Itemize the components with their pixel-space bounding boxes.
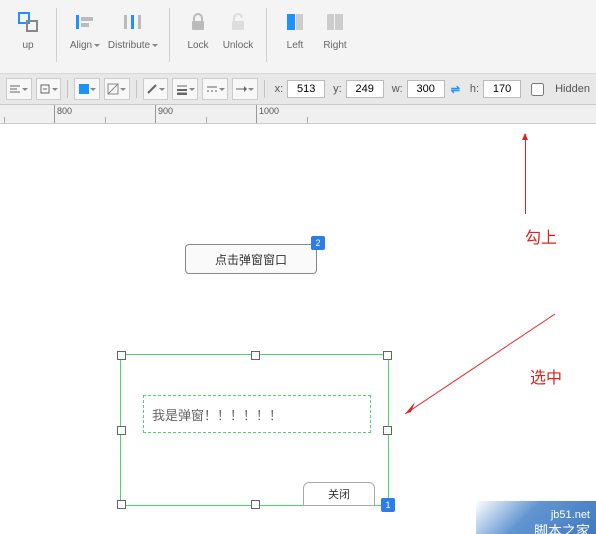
y-label: y:	[333, 83, 342, 95]
unlock-label: Unlock	[223, 40, 254, 51]
line-color-split[interactable]	[143, 78, 169, 100]
ungroup-icon	[16, 10, 40, 34]
resize-handle[interactable]	[117, 351, 126, 360]
text-align-split[interactable]	[6, 78, 32, 100]
unlock-icon	[226, 10, 250, 34]
annotation-text: 选中	[530, 364, 562, 388]
arrow-style-split[interactable]	[232, 78, 258, 100]
close-button-widget[interactable]: 关闭	[303, 482, 375, 506]
resize-handle[interactable]	[383, 351, 392, 360]
h-label: h:	[470, 83, 479, 95]
distribute-button[interactable]: Distribute	[105, 8, 161, 51]
right-label: Right	[323, 40, 346, 51]
unlock-button[interactable]: Unlock	[218, 8, 258, 51]
popup-text-label: 我是弹窗！！！！！！	[152, 405, 282, 424]
lock-icon	[186, 10, 210, 34]
popup-trigger-button-widget[interactable]: 点击弹窗窗口 2	[185, 244, 317, 274]
resize-handle[interactable]	[117, 500, 126, 509]
align-label: Align	[70, 40, 100, 51]
valign-split[interactable]	[36, 78, 62, 100]
footnote-badge: 1	[381, 498, 395, 512]
horizontal-ruler: 4005006007008009001000	[0, 105, 596, 124]
resize-handle[interactable]	[251, 351, 260, 360]
watermark-name: 脚本之家	[534, 521, 590, 534]
popup-text-widget[interactable]: 我是弹窗！！！！！！	[143, 395, 371, 433]
distribute-icon	[121, 10, 145, 34]
lock-button[interactable]: Lock	[178, 8, 218, 51]
left-icon	[283, 10, 307, 34]
fill-color-split[interactable]	[74, 78, 100, 100]
align-left-icon	[73, 10, 97, 34]
resize-handle[interactable]	[383, 426, 392, 435]
footnote-badge: 2	[311, 236, 325, 250]
popup-trigger-label: 点击弹窗窗口	[215, 251, 287, 268]
watermark-url: jb51.net	[551, 509, 590, 521]
right-icon	[323, 10, 347, 34]
close-button-label: 关闭	[328, 486, 350, 502]
align-button[interactable]: Align	[65, 8, 105, 51]
align-left-button[interactable]: Left	[275, 8, 315, 51]
selected-panel[interactable]: 我是弹窗！！！！！！ 关闭 1	[120, 354, 389, 506]
annotation-text: 勾上	[525, 224, 557, 248]
lock-label: Lock	[187, 40, 208, 51]
gradient-split[interactable]	[104, 78, 130, 100]
main-toolbar: up Align Distribute Lock Unlock	[0, 0, 596, 74]
annotation-arrow	[525, 134, 526, 214]
design-canvas[interactable]: 点击弹窗窗口 2 我是弹窗！！！！！！ 关闭 1 勾上 选中 jb51.net …	[0, 124, 596, 534]
resize-handle[interactable]	[117, 426, 126, 435]
left-label: Left	[287, 40, 304, 51]
property-toolbar: x: y: w: ⇌ h: Hidden	[0, 74, 596, 105]
hidden-checkbox[interactable]	[531, 83, 544, 96]
x-input[interactable]	[287, 80, 325, 98]
x-label: x:	[275, 83, 284, 95]
line-style-split[interactable]	[202, 78, 228, 100]
distribute-label: Distribute	[108, 40, 158, 51]
ungroup-label: up	[22, 40, 33, 51]
ungroup-button[interactable]: up	[8, 8, 48, 51]
y-input[interactable]	[346, 80, 384, 98]
hidden-label: Hidden	[555, 83, 590, 95]
watermark: jb51.net 脚本之家	[476, 501, 596, 534]
resize-handle[interactable]	[251, 500, 260, 509]
line-width-split[interactable]	[172, 78, 198, 100]
h-input[interactable]	[483, 80, 521, 98]
align-right-button[interactable]: Right	[315, 8, 355, 51]
link-dimensions-icon[interactable]: ⇌	[451, 83, 460, 96]
w-input[interactable]	[407, 80, 445, 98]
w-label: w:	[392, 83, 403, 95]
